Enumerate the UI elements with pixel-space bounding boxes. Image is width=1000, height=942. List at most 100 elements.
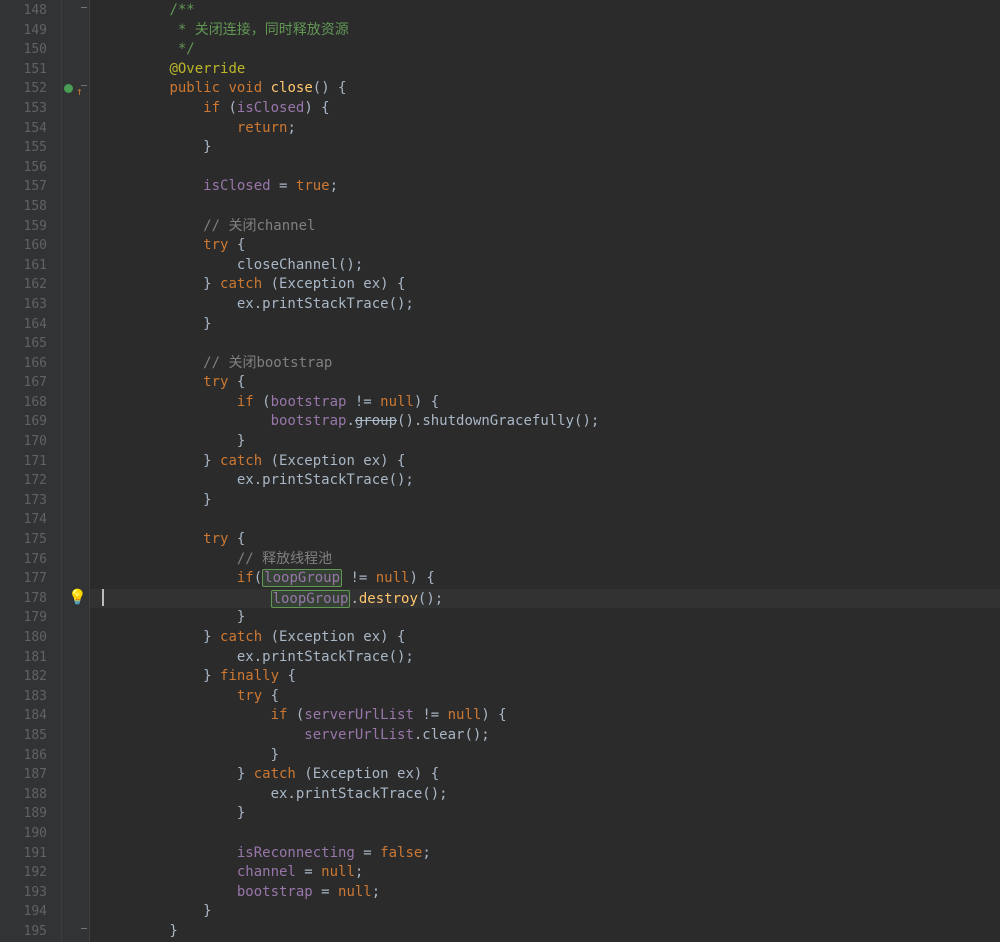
marker-row bbox=[62, 667, 89, 687]
token: null bbox=[321, 864, 355, 880]
token: * 关闭连接，同时释放资源 bbox=[169, 22, 348, 38]
fold-hint-icon[interactable] bbox=[81, 7, 87, 10]
code-line[interactable] bbox=[90, 510, 1000, 530]
token: if bbox=[169, 570, 253, 586]
marker-gutter: ↑💡 bbox=[62, 0, 90, 942]
marker-row bbox=[62, 315, 89, 335]
code-line[interactable]: loopGroup.destroy(); bbox=[90, 589, 1000, 609]
code-line[interactable]: ex.printStackTrace(); bbox=[90, 295, 1000, 315]
code-line[interactable]: } bbox=[90, 138, 1000, 158]
code-area[interactable]: /** * 关闭连接，同时释放资源 */ @Override public vo… bbox=[90, 0, 1000, 942]
code-line[interactable]: try { bbox=[90, 373, 1000, 393]
code-line[interactable]: * 关闭连接，同时释放资源 bbox=[90, 21, 1000, 41]
marker-row bbox=[62, 922, 89, 942]
code-line[interactable]: public void close() { bbox=[90, 79, 1000, 99]
code-line[interactable]: // 关闭bootstrap bbox=[90, 354, 1000, 374]
code-line[interactable]: // 关闭channel bbox=[90, 217, 1000, 237]
marker-row bbox=[62, 863, 89, 883]
code-line[interactable]: if (bootstrap != null) { bbox=[90, 393, 1000, 413]
marker-row bbox=[62, 648, 89, 668]
marker-row bbox=[62, 785, 89, 805]
line-number: 164 bbox=[0, 315, 61, 335]
fold-hint-icon[interactable] bbox=[81, 928, 87, 931]
code-line[interactable]: ex.printStackTrace(); bbox=[90, 648, 1000, 668]
code-line[interactable]: } catch (Exception ex) { bbox=[90, 452, 1000, 472]
override-marker-icon[interactable] bbox=[64, 84, 73, 93]
token: destroy bbox=[359, 591, 418, 607]
code-editor[interactable]: 1481491501511521531541551561571581591601… bbox=[0, 0, 1000, 942]
code-line[interactable] bbox=[90, 334, 1000, 354]
token: bootstrap bbox=[271, 394, 347, 410]
marker-row bbox=[62, 687, 89, 707]
code-line[interactable]: } catch (Exception ex) { bbox=[90, 275, 1000, 295]
line-number: 181 bbox=[0, 648, 61, 668]
code-line[interactable]: } bbox=[90, 608, 1000, 628]
line-number: 187 bbox=[0, 765, 61, 785]
code-line[interactable] bbox=[90, 158, 1000, 178]
code-line[interactable]: } bbox=[90, 432, 1000, 452]
code-line[interactable]: bootstrap.group().shutdownGracefully(); bbox=[90, 412, 1000, 432]
token: catch bbox=[220, 276, 271, 292]
marker-row bbox=[62, 706, 89, 726]
code-line[interactable]: } bbox=[90, 491, 1000, 511]
code-line[interactable]: } bbox=[90, 922, 1000, 942]
code-line[interactable]: } catch (Exception ex) { bbox=[90, 628, 1000, 648]
line-number: 180 bbox=[0, 628, 61, 648]
code-line[interactable]: ex.printStackTrace(); bbox=[90, 471, 1000, 491]
code-line[interactable]: } bbox=[90, 315, 1000, 335]
token: try bbox=[169, 531, 236, 547]
line-number: 153 bbox=[0, 99, 61, 119]
code-line[interactable]: } bbox=[90, 804, 1000, 824]
line-number: 188 bbox=[0, 785, 61, 805]
line-number: 189 bbox=[0, 804, 61, 824]
marker-row bbox=[62, 295, 89, 315]
line-number: 156 bbox=[0, 158, 61, 178]
code-line[interactable]: serverUrlList.clear(); bbox=[90, 726, 1000, 746]
fold-hint-icon[interactable] bbox=[81, 85, 87, 88]
marker-row bbox=[62, 412, 89, 432]
code-line[interactable]: if(loopGroup != null) { bbox=[90, 569, 1000, 589]
code-line[interactable]: try { bbox=[90, 687, 1000, 707]
highlighted-symbol: loopGroup bbox=[271, 590, 351, 608]
token: null bbox=[376, 570, 410, 586]
code-line[interactable]: /** bbox=[90, 1, 1000, 21]
marker-row bbox=[62, 138, 89, 158]
code-line[interactable]: if (isClosed) { bbox=[90, 99, 1000, 119]
code-line[interactable]: try { bbox=[90, 236, 1000, 256]
line-number: 157 bbox=[0, 177, 61, 197]
code-line[interactable]: closeChannel(); bbox=[90, 256, 1000, 276]
code-line[interactable]: if (serverUrlList != null) { bbox=[90, 706, 1000, 726]
token: try bbox=[169, 374, 236, 390]
code-line[interactable]: // 释放线程池 bbox=[90, 550, 1000, 570]
token: finally bbox=[220, 668, 287, 684]
marker-row bbox=[62, 628, 89, 648]
code-line[interactable]: bootstrap = null; bbox=[90, 883, 1000, 903]
token: /** bbox=[169, 2, 194, 18]
token: isReconnecting bbox=[237, 845, 355, 861]
marker-row bbox=[62, 236, 89, 256]
token: bootstrap bbox=[237, 884, 313, 900]
token: isClosed bbox=[203, 178, 270, 194]
marker-row bbox=[62, 256, 89, 276]
code-line[interactable]: } finally { bbox=[90, 667, 1000, 687]
token: if bbox=[169, 707, 295, 723]
code-line[interactable] bbox=[90, 197, 1000, 217]
code-line[interactable]: return; bbox=[90, 119, 1000, 139]
code-line[interactable]: channel = null; bbox=[90, 863, 1000, 883]
code-line[interactable]: } catch (Exception ex) { bbox=[90, 765, 1000, 785]
code-line[interactable]: } bbox=[90, 746, 1000, 766]
code-line[interactable]: */ bbox=[90, 40, 1000, 60]
code-line[interactable]: @Override bbox=[90, 60, 1000, 80]
intention-bulb-icon[interactable]: 💡 bbox=[68, 590, 87, 605]
marker-row bbox=[62, 99, 89, 119]
line-number: 161 bbox=[0, 256, 61, 276]
marker-row bbox=[62, 491, 89, 511]
token: channel bbox=[237, 864, 296, 880]
code-line[interactable] bbox=[90, 824, 1000, 844]
code-line[interactable]: } bbox=[90, 902, 1000, 922]
code-line[interactable]: isClosed = true; bbox=[90, 177, 1000, 197]
code-line[interactable]: try { bbox=[90, 530, 1000, 550]
code-line[interactable]: ex.printStackTrace(); bbox=[90, 785, 1000, 805]
code-line[interactable]: isReconnecting = false; bbox=[90, 844, 1000, 864]
token: @Override bbox=[169, 61, 245, 77]
